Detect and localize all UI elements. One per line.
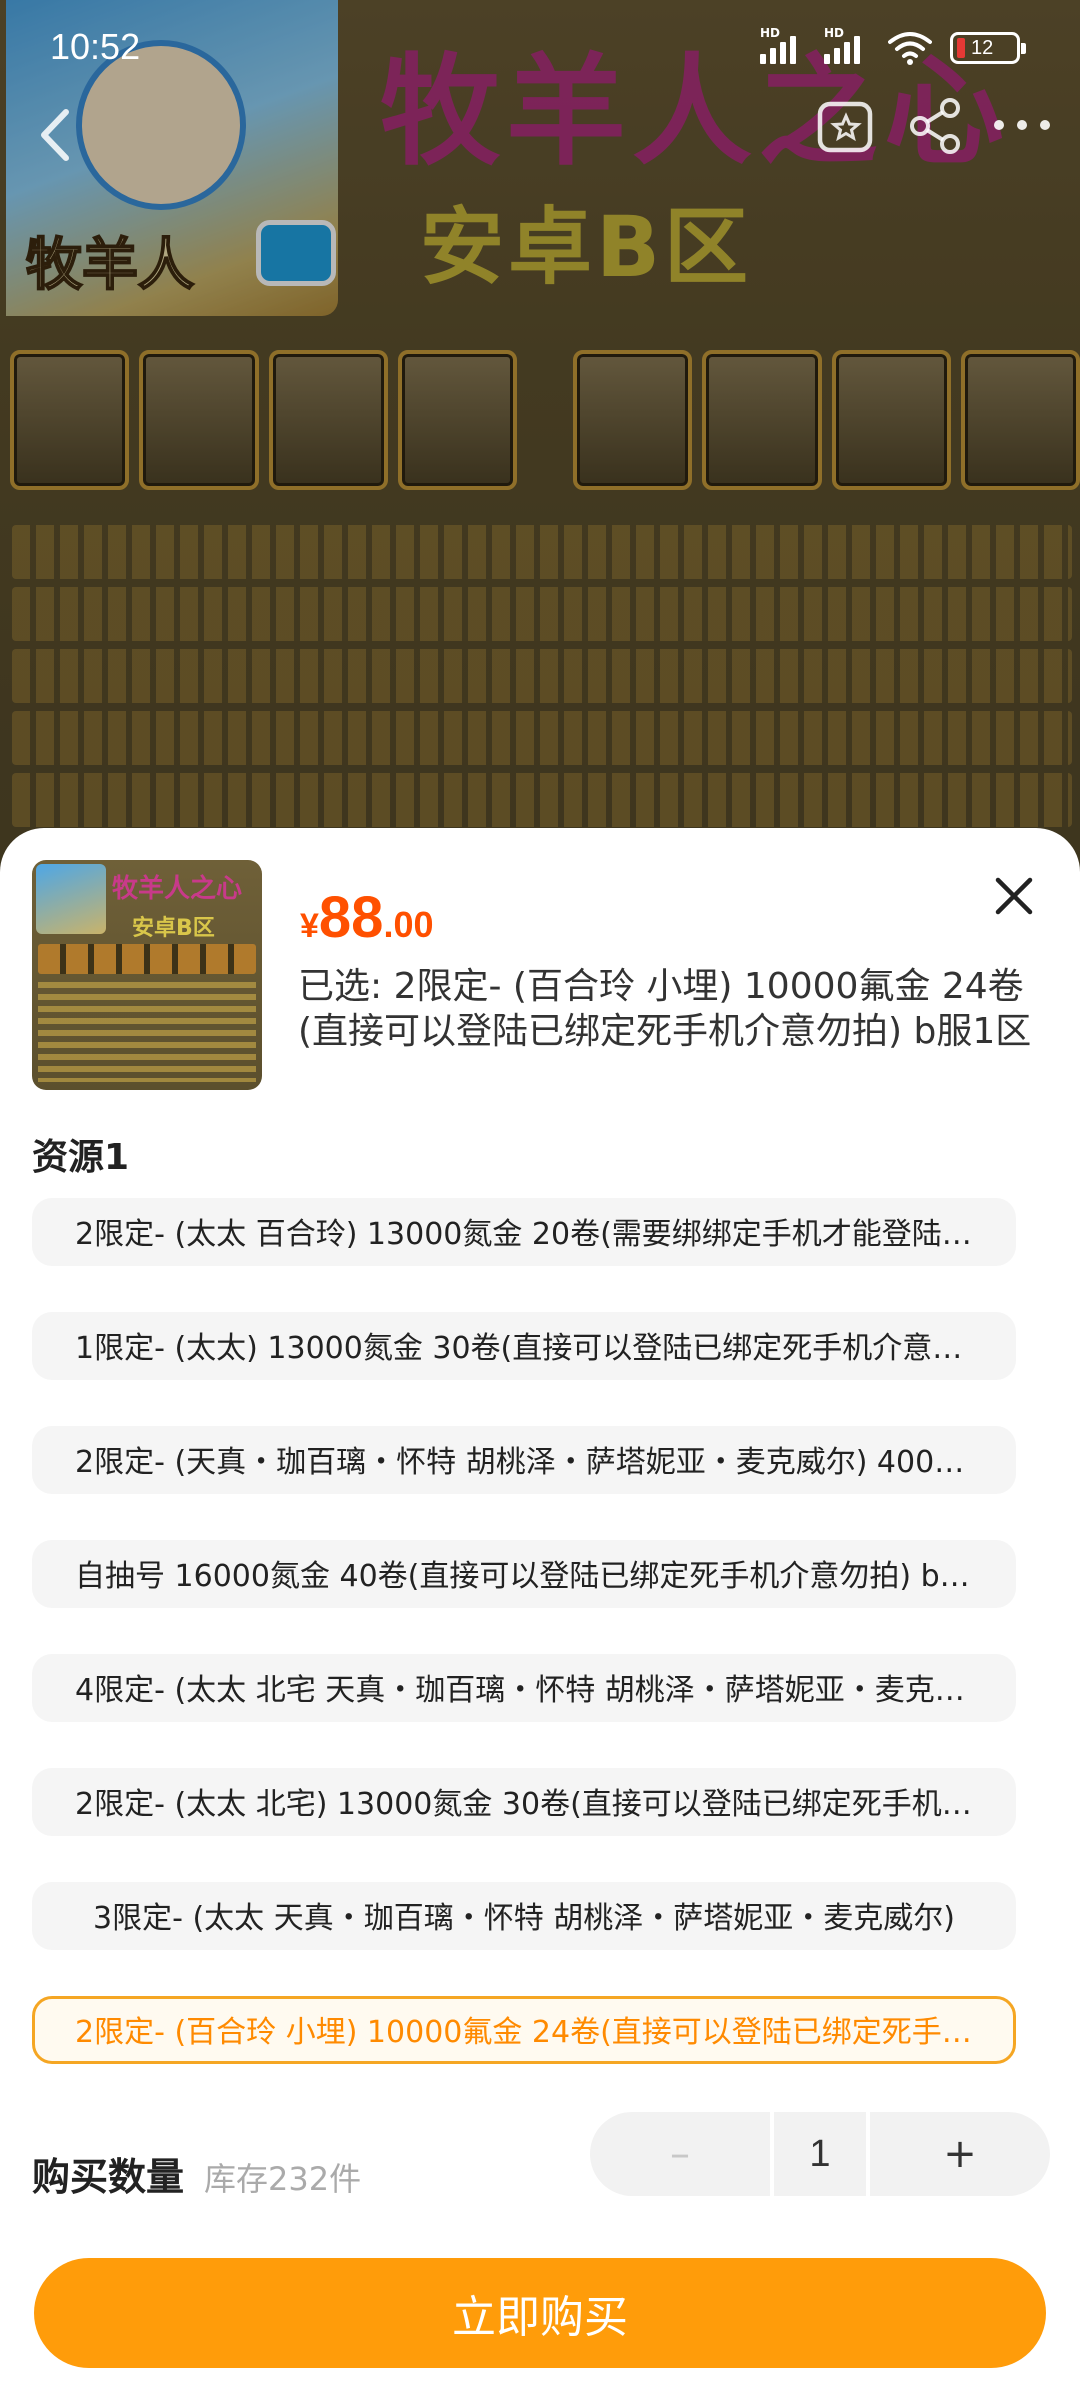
more-dot xyxy=(994,120,1004,130)
battery-level xyxy=(957,38,965,58)
network-type-label: HD xyxy=(760,26,781,40)
signal-icon: HD xyxy=(824,26,870,64)
quantity-label: 购买数量 xyxy=(32,2155,185,2199)
network-type-label: HD xyxy=(824,26,845,40)
favorite-icon[interactable] xyxy=(816,96,876,154)
share-icon[interactable] xyxy=(906,96,964,154)
battery-icon: 12 xyxy=(950,32,1026,64)
status-time: 10:52 xyxy=(50,26,141,67)
price-integer: 88 xyxy=(318,885,384,950)
sku-option[interactable]: 2限定- (太太 百合玲) 13000氮金 20卷(需要绑绑定手机才能登陆) b… xyxy=(32,1198,1016,1266)
thumbnail-subtitle: 安卓B区 xyxy=(132,916,215,941)
buy-now-button[interactable]: 立即购买 xyxy=(34,2258,1046,2368)
price: ¥88.00 xyxy=(300,884,433,951)
status-bar: 10:52 HD HD 12 xyxy=(0,0,1080,96)
sku-option[interactable]: 4限定- (太太 北宅 天真・珈百璃・怀特 胡桃泽・萨塔妮亚・麦克威尔) 300… xyxy=(32,1654,1016,1722)
thumbnail-title: 牧羊人之心 xyxy=(112,874,243,904)
sku-option[interactable]: 3限定- (太太 天真・珈百璃・怀特 胡桃泽・萨塔妮亚・麦克威尔) xyxy=(32,1882,1016,1950)
product-thumbnail[interactable]: 牧羊人之心 安卓B区 xyxy=(32,860,262,1090)
option-group-title: 资源1 xyxy=(32,1137,130,1178)
sku-option[interactable]: 1限定- (太太) 13000氮金 30卷(直接可以登陆已绑定死手机介意勿拍) … xyxy=(32,1312,1016,1380)
status-icons: HD HD 12 xyxy=(760,26,1026,66)
stock-count: 库存232件 xyxy=(204,2160,362,2198)
sku-option[interactable]: 2限定- (太太 北宅) 13000氮金 30卷(直接可以登陆已绑定死手机介意勿… xyxy=(32,1768,1016,1836)
sku-selector-sheet: 牧羊人之心 安卓B区 ¥88.00 已选: 2限定- (百合玲 小埋) 1000… xyxy=(0,828,1080,2400)
decrement-button[interactable]: – xyxy=(590,2112,770,2196)
quantity-stepper: – 1 + xyxy=(590,2112,1050,2196)
sku-option[interactable]: 自抽号 16000氮金 40卷(直接可以登陆已绑定死手机介意勿拍) b服1区 xyxy=(32,1540,1016,1608)
signal-icon: HD xyxy=(760,26,806,64)
selected-sku-text: 已选: 2限定- (百合玲 小埋) 10000氟金 24卷(直接可以登陆已绑定死… xyxy=(298,966,1032,1052)
wifi-icon xyxy=(888,32,932,65)
battery-percent: 12 xyxy=(971,36,994,59)
increment-button[interactable]: + xyxy=(870,2112,1050,2196)
more-icon[interactable] xyxy=(994,96,1050,154)
sku-option[interactable]: 2限定- (天真・珈百璃・怀特 胡桃泽・萨塔妮亚・麦克威尔) 4000氮金 3卷 xyxy=(32,1426,1016,1494)
close-icon[interactable] xyxy=(984,866,1044,926)
price-decimal: .00 xyxy=(383,904,434,945)
more-dot xyxy=(1040,120,1050,130)
sku-option-selected[interactable]: 2限定- (百合玲 小埋) 10000氟金 24卷(直接可以登陆已绑定死手机介意… xyxy=(32,1996,1016,2064)
top-nav-actions xyxy=(816,96,1050,154)
quantity-input[interactable]: 1 xyxy=(774,2112,866,2196)
thumbnail-cards xyxy=(38,944,256,974)
price-currency: ¥ xyxy=(300,907,319,945)
more-dot xyxy=(1017,120,1027,130)
option-list: 2限定- (太太 百合玲) 13000氮金 20卷(需要绑绑定手机才能登陆) b… xyxy=(32,1198,1016,2110)
thumbnail-text-lines xyxy=(38,982,256,1082)
back-icon[interactable] xyxy=(28,100,88,170)
thumbnail-logo xyxy=(36,864,106,934)
